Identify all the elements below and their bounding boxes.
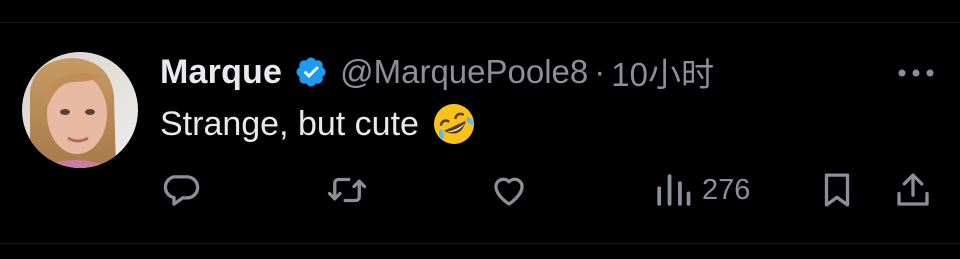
views-count: 276 bbox=[702, 173, 751, 206]
meta-separator: · bbox=[594, 53, 606, 90]
views-button[interactable]: 276 bbox=[654, 166, 750, 214]
reply-icon bbox=[163, 175, 200, 206]
bookmark-icon bbox=[824, 173, 850, 207]
share-icon bbox=[897, 173, 929, 206]
views-icon bbox=[657, 174, 691, 206]
avatar[interactable] bbox=[22, 52, 138, 168]
reply-button[interactable] bbox=[160, 166, 202, 214]
bookmark-button[interactable] bbox=[816, 166, 858, 214]
like-button[interactable] bbox=[488, 166, 530, 214]
like-icon bbox=[494, 177, 524, 206]
top-divider bbox=[0, 22, 960, 23]
share-button[interactable] bbox=[892, 166, 934, 214]
bottom-divider bbox=[0, 243, 960, 244]
author-display-name[interactable]: Marque bbox=[160, 53, 282, 92]
tweet-text: Strange, but cute bbox=[160, 104, 419, 143]
more-icon bbox=[898, 69, 934, 77]
retweet-icon bbox=[327, 177, 367, 203]
author-handle[interactable]: @MarquePoole8 bbox=[340, 53, 588, 91]
rolling-on-floor-laughing-icon bbox=[431, 101, 477, 147]
retweet-button[interactable] bbox=[326, 166, 368, 214]
timestamp[interactable]: 10小时 bbox=[611, 48, 714, 96]
tweet-header: Marque @MarquePoole8 · 10小时 bbox=[160, 50, 714, 94]
verified-badge-icon bbox=[294, 55, 328, 89]
tweet-body: Strange, but cute bbox=[160, 100, 477, 148]
more-options-button[interactable] bbox=[890, 58, 942, 88]
